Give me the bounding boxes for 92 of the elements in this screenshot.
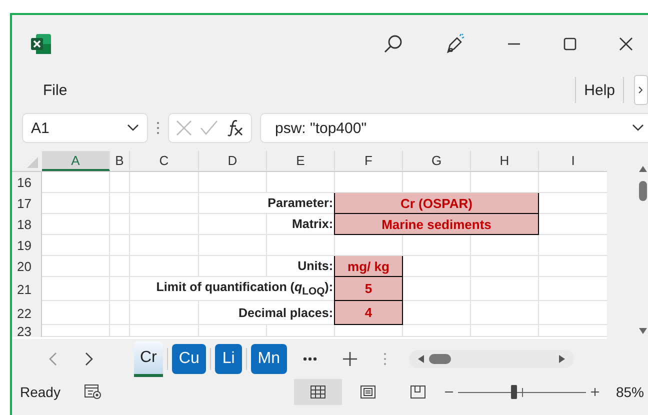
next-sheet-icon[interactable] xyxy=(84,352,94,366)
row-header[interactable]: 20 xyxy=(12,256,42,277)
sheet-tab[interactable]: Cr xyxy=(134,341,163,377)
scroll-left-icon[interactable] xyxy=(417,354,426,364)
status-text: Ready xyxy=(20,384,60,400)
table-cell xyxy=(471,325,539,337)
row-header[interactable]: 16 xyxy=(12,172,42,193)
table-cell xyxy=(130,235,199,256)
grid-icon xyxy=(310,385,326,399)
row-header[interactable]: 22 xyxy=(12,301,42,325)
excel-logo-icon xyxy=(30,33,52,55)
table-cell xyxy=(199,235,267,256)
row-header[interactable]: 18 xyxy=(12,214,42,235)
page-break-icon xyxy=(410,385,426,399)
scroll-thumb[interactable] xyxy=(638,181,646,201)
table-cell xyxy=(42,325,110,337)
scroll-up-icon[interactable] xyxy=(638,165,648,173)
table-cell xyxy=(42,256,110,277)
row-header[interactable]: 19 xyxy=(12,235,42,256)
maximize-icon[interactable] xyxy=(562,36,578,52)
table-cell xyxy=(42,172,110,193)
table-cell xyxy=(471,277,539,301)
column-header[interactable]: C xyxy=(130,151,199,171)
table-cell xyxy=(42,193,110,214)
function-icon[interactable] xyxy=(225,118,245,138)
sheet-tab[interactable]: Li xyxy=(215,344,242,374)
column-header[interactable]: D xyxy=(199,151,267,171)
column-header[interactable]: A xyxy=(42,151,110,171)
row-header[interactable]: 21 xyxy=(12,277,42,301)
formula-field[interactable]: psw: "top400" xyxy=(260,113,648,143)
table-cell xyxy=(130,325,199,337)
scroll-down-icon[interactable] xyxy=(638,327,648,335)
horizontal-scrollbar[interactable] xyxy=(409,350,574,368)
table-cell xyxy=(471,301,539,325)
table-cell xyxy=(110,325,130,337)
table-cell xyxy=(199,325,267,337)
zoom-in-icon[interactable] xyxy=(590,387,600,397)
ribbon-scroll-button[interactable] xyxy=(634,75,648,105)
zoom-slider[interactable] xyxy=(458,385,586,399)
dropdown-icon[interactable] xyxy=(127,124,139,132)
table-cell xyxy=(110,193,130,214)
zoom-thumb[interactable] xyxy=(511,385,518,399)
column-header[interactable]: F xyxy=(335,151,403,171)
value-cell: 4 xyxy=(334,301,403,325)
table-cell xyxy=(267,325,335,337)
table-cell xyxy=(110,301,130,325)
accessibility-icon[interactable] xyxy=(84,384,102,400)
table-cell xyxy=(471,256,539,277)
value-cell: Cr (OSPAR) xyxy=(334,193,539,214)
value-cell: 5 xyxy=(334,277,403,301)
table-cell xyxy=(471,235,539,256)
table-cell xyxy=(42,235,110,256)
sheet-tab[interactable]: Mn xyxy=(250,344,288,374)
value-cell: mg/ kg xyxy=(334,256,403,277)
expand-icon[interactable] xyxy=(632,124,644,132)
row-header[interactable]: 23 xyxy=(12,325,42,337)
check-icon[interactable] xyxy=(199,119,219,137)
table-cell xyxy=(130,214,199,235)
normal-view-button[interactable] xyxy=(294,379,342,405)
table-cell xyxy=(42,277,110,301)
name-box[interactable]: A1 xyxy=(22,113,148,143)
page-icon xyxy=(360,385,376,399)
scroll-thumb[interactable] xyxy=(429,354,452,364)
table-cell xyxy=(110,214,130,235)
table-cell xyxy=(110,235,130,256)
row-header[interactable]: 17 xyxy=(12,193,42,214)
column-header[interactable]: E xyxy=(267,151,335,171)
table-cell xyxy=(403,235,471,256)
chevron-right-icon xyxy=(638,86,644,94)
add-sheet-icon[interactable] xyxy=(343,352,358,366)
value-cell: Marine sediments xyxy=(334,214,539,235)
table-cell xyxy=(335,325,403,337)
search-icon[interactable] xyxy=(382,33,404,55)
column-header[interactable]: I xyxy=(539,151,607,171)
close-icon[interactable] xyxy=(618,36,634,52)
sheet-tab[interactable]: Cu xyxy=(172,344,206,374)
table-cell xyxy=(110,172,130,193)
file-menu[interactable]: File xyxy=(37,80,74,100)
zoom-level[interactable]: 85% xyxy=(616,384,644,400)
column-header[interactable]: G xyxy=(403,151,471,171)
table-cell xyxy=(42,214,110,235)
more-icon[interactable] xyxy=(156,121,160,135)
table-cell xyxy=(403,325,471,337)
more-sheets-icon[interactable] xyxy=(303,357,318,361)
column-header[interactable]: H xyxy=(471,151,539,171)
pen-icon[interactable] xyxy=(444,33,466,55)
help-menu[interactable]: Help xyxy=(578,80,621,100)
scroll-right-icon[interactable] xyxy=(558,354,566,364)
table-cell xyxy=(42,301,110,325)
table-cell xyxy=(130,172,199,193)
column-header[interactable]: B xyxy=(110,151,130,171)
table-cell xyxy=(110,256,130,277)
